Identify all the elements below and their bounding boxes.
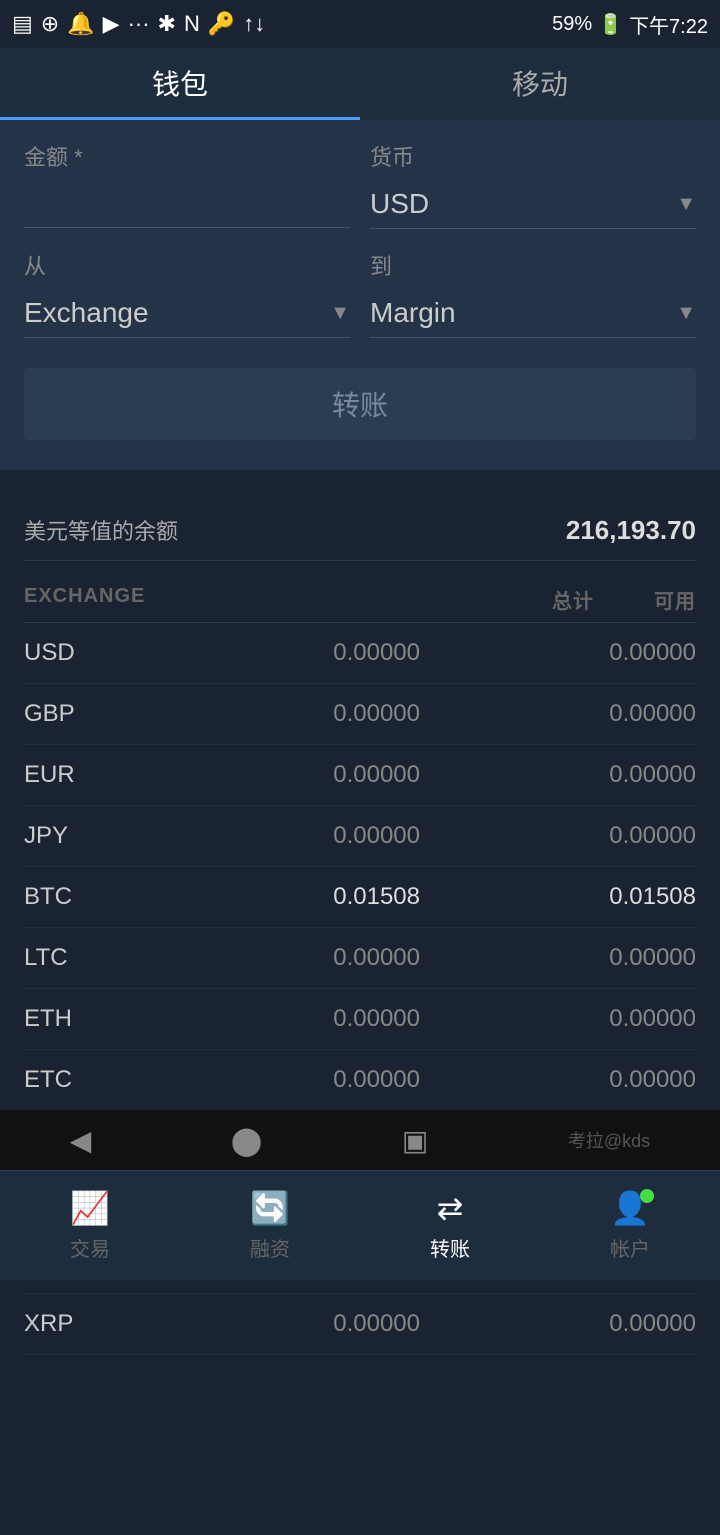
table-row: EUR 0.00000 0.00000 bbox=[24, 745, 696, 806]
currency-available: 0.00000 bbox=[420, 639, 696, 667]
amount-group: 金额 * bbox=[24, 140, 350, 229]
total-header: 总计 bbox=[552, 585, 594, 614]
currency-name: BTC bbox=[24, 883, 144, 911]
bluetooth-icon: ✱ bbox=[158, 11, 176, 37]
form-row-from-to: 从 Exchange ▼ 到 Margin ▼ bbox=[24, 249, 696, 338]
currency-available: 0.00000 bbox=[420, 944, 696, 972]
nav-transfer[interactable]: ⇄ 转账 bbox=[430, 1189, 470, 1262]
bottom-nav: 📈 交易 🔄 融资 ⇄ 转账 👤 帐户 bbox=[0, 1170, 720, 1280]
status-right: 59% 🔋 下午7:22 bbox=[552, 10, 708, 39]
tab-wallet[interactable]: 钱包 bbox=[0, 48, 360, 120]
currency-total: 0.00000 bbox=[144, 944, 420, 972]
send-icon: ▶ bbox=[103, 11, 120, 37]
tab-bar: 钱包 移动 bbox=[0, 48, 720, 120]
currency-label: 货币 bbox=[370, 140, 696, 172]
currency-name: USD bbox=[24, 639, 144, 667]
status-left: ▤ ⊕ 🔔 ▶ ··· ✱ N 🔑 ↑↓ bbox=[12, 11, 265, 37]
balance-section: 美元等值的余额 216,193.70 bbox=[0, 480, 720, 571]
table-row: JPY 0.00000 0.00000 bbox=[24, 806, 696, 867]
signal-icon: ↑↓ bbox=[243, 11, 265, 37]
currency-name: ETH bbox=[24, 1005, 144, 1033]
transfer-button[interactable]: 转账 bbox=[24, 368, 696, 440]
currency-name: LTC bbox=[24, 944, 144, 972]
currency-name: JPY bbox=[24, 822, 144, 850]
currency-available: 0.00000 bbox=[420, 1310, 696, 1338]
to-select[interactable]: Margin ▼ bbox=[370, 289, 696, 338]
tab-move[interactable]: 移动 bbox=[360, 48, 720, 120]
app-icon: ⊕ bbox=[41, 11, 59, 37]
time-text: 下午7:22 bbox=[629, 10, 708, 39]
currency-group: 货币 USD ▼ bbox=[370, 140, 696, 229]
alert-icon: 🔔 bbox=[67, 11, 94, 37]
online-indicator bbox=[640, 1189, 654, 1203]
currency-total: 0.00000 bbox=[144, 1310, 420, 1338]
table-row: BTC 0.01508 0.01508 bbox=[24, 867, 696, 928]
to-group: 到 Margin ▼ bbox=[370, 249, 696, 338]
currency-chevron-icon: ▼ bbox=[676, 193, 696, 216]
table-row: LTC 0.00000 0.00000 bbox=[24, 928, 696, 989]
currency-total: 0.00000 bbox=[144, 700, 420, 728]
currency-total: 0.00000 bbox=[144, 822, 420, 850]
to-value: Margin bbox=[370, 297, 676, 329]
finance-icon: 🔄 bbox=[250, 1189, 290, 1227]
from-label: 从 bbox=[24, 249, 350, 281]
battery-icon: 🔋 bbox=[598, 12, 623, 37]
currency-name: ETC bbox=[24, 1066, 144, 1094]
balance-value: 216,193.70 bbox=[566, 515, 696, 546]
currency-total: 0.00000 bbox=[144, 1066, 420, 1094]
from-select[interactable]: Exchange ▼ bbox=[24, 289, 350, 338]
currency-available: 0.00000 bbox=[420, 1066, 696, 1094]
available-header: 可用 bbox=[654, 585, 696, 614]
currency-name: GBP bbox=[24, 700, 144, 728]
currency-value: USD bbox=[370, 188, 676, 220]
from-group: 从 Exchange ▼ bbox=[24, 249, 350, 338]
section-label: EXCHANGE bbox=[24, 585, 145, 614]
table-row: XRP 0.00000 0.00000 bbox=[24, 1294, 696, 1355]
form-row-amount-currency: 金额 * 货币 USD ▼ bbox=[24, 140, 696, 229]
nav-finance[interactable]: 🔄 融资 bbox=[250, 1189, 290, 1262]
watermark: 考拉@kds bbox=[568, 1127, 650, 1153]
table-row: GBP 0.00000 0.00000 bbox=[24, 684, 696, 745]
more-icon: ··· bbox=[128, 11, 150, 37]
nav-trade[interactable]: 📈 交易 bbox=[70, 1189, 110, 1262]
home-button[interactable]: ⬤ bbox=[231, 1124, 262, 1157]
battery-text: 59% bbox=[552, 13, 592, 36]
transfer-icon: ⇄ bbox=[437, 1189, 464, 1227]
trade-icon: 📈 bbox=[70, 1189, 110, 1227]
table-header: EXCHANGE 总计 可用 bbox=[24, 571, 696, 623]
form-area: 金额 * 货币 USD ▼ 从 Exchange ▼ 到 Margin ▼ bbox=[0, 120, 720, 470]
balance-label: 美元等值的余额 bbox=[24, 514, 178, 546]
currency-total: 0.00000 bbox=[144, 761, 420, 789]
system-nav: ◀ ⬤ ▣ 考拉@kds bbox=[0, 1110, 720, 1170]
currency-total: 0.00000 bbox=[144, 1005, 420, 1033]
from-chevron-icon: ▼ bbox=[330, 302, 350, 325]
currency-total: 0.00000 bbox=[144, 639, 420, 667]
to-chevron-icon: ▼ bbox=[676, 302, 696, 325]
table-row: USD 0.00000 0.00000 bbox=[24, 623, 696, 684]
currency-name: EUR bbox=[24, 761, 144, 789]
currency-available: 0.00000 bbox=[420, 822, 696, 850]
currency-available: 0.00000 bbox=[420, 700, 696, 728]
key-icon: 🔑 bbox=[208, 11, 235, 37]
recents-button[interactable]: ▣ bbox=[402, 1124, 428, 1157]
currency-available: 0.00000 bbox=[420, 1005, 696, 1033]
currency-select[interactable]: USD ▼ bbox=[370, 180, 696, 229]
from-value: Exchange bbox=[24, 297, 330, 329]
balance-row: 美元等值的余额 216,193.70 bbox=[24, 500, 696, 561]
table-row: ETC 0.00000 0.00000 bbox=[24, 1050, 696, 1111]
nfc-icon: N bbox=[184, 11, 200, 37]
currency-available: 0.01508 bbox=[420, 883, 696, 911]
notification-icon: ▤ bbox=[12, 11, 33, 37]
back-button[interactable]: ◀ bbox=[70, 1124, 92, 1157]
to-label: 到 bbox=[370, 249, 696, 281]
amount-label: 金额 * bbox=[24, 140, 350, 172]
currency-available: 0.00000 bbox=[420, 761, 696, 789]
table-header-right: 总计 可用 bbox=[552, 585, 696, 614]
table-row: ETH 0.00000 0.00000 bbox=[24, 989, 696, 1050]
amount-input[interactable] bbox=[24, 180, 350, 228]
nav-account[interactable]: 👤 帐户 bbox=[610, 1189, 650, 1262]
currency-name: XRP bbox=[24, 1310, 144, 1338]
status-bar: ▤ ⊕ 🔔 ▶ ··· ✱ N 🔑 ↑↓ 59% 🔋 下午7:22 bbox=[0, 0, 720, 48]
currency-total: 0.01508 bbox=[144, 883, 420, 911]
